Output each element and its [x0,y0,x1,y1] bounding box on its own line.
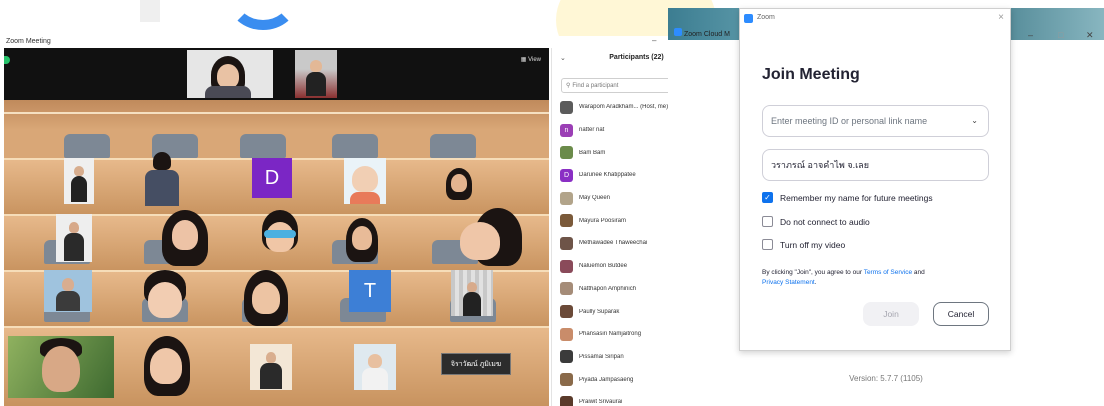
maximize-button[interactable]: □ [1058,30,1063,40]
participant-video[interactable] [236,268,296,326]
meeting-id-placeholder: Enter meeting ID or personal link name [771,116,928,126]
empty-seat [64,134,110,158]
security-shield-icon[interactable] [4,56,10,64]
avatar [560,191,573,205]
participant-name: Methawadee Thaweechai [579,240,648,247]
participant-name-tile[interactable]: จิราวัฒน์ ภูมิเมฆ [441,353,511,375]
participant-video[interactable] [154,208,216,266]
zoom-logo-icon [674,28,682,36]
join-meeting-dialog: Zoom × Join Meeting Enter meeting ID or … [739,8,1011,351]
speaker-strip: ▦ View [4,48,549,100]
participant-name: Mayura Poosiram [579,217,627,224]
avatar [560,259,573,273]
video-off-checkbox[interactable] [762,239,773,250]
avatar [560,305,573,319]
participant-avatar-letter[interactable]: T [349,270,391,312]
avatar: n [560,123,573,137]
participant-video[interactable] [250,344,292,390]
terms-notice: By clicking "Join", you agree to our Ter… [762,269,925,286]
no-audio-checkbox[interactable] [762,216,773,227]
version-text: Version: 5.7.7 (1105) [849,374,923,383]
chevron-down-icon[interactable]: ⌄ [971,116,978,125]
video-off-option[interactable]: Turn off my video [762,239,845,250]
terms-of-service-link[interactable]: Terms of Service [864,269,912,276]
avatar [560,373,573,387]
cloud-window-title: Zoom Cloud M [674,28,730,38]
avatar [560,236,573,250]
participant-video[interactable] [456,208,522,266]
meeting-id-input[interactable]: Enter meeting ID or personal link name ⌄ [762,105,989,137]
participant-name: May Queen [579,195,611,202]
view-button[interactable]: ▦ View [521,56,541,63]
participant-video[interactable] [8,336,114,398]
background-logo-arc [228,0,298,30]
participant-video[interactable] [139,152,183,206]
display-name-value: วราภรณ์ อาจคำไพ จ.เลย [771,160,869,170]
participant-video[interactable] [136,268,194,326]
participant-name: Piyada Jampasaeng [579,376,634,383]
dialog-close-button[interactable]: × [998,12,1004,23]
speaker-video-2[interactable] [295,50,337,98]
empty-seat [332,134,378,158]
search-placeholder: Find a participant [572,82,619,89]
avatar: D [560,168,573,182]
avatar [560,100,573,114]
avatar [560,282,573,296]
remember-name-checkbox[interactable]: ✓ [762,192,773,203]
no-audio-label: Do not connect to audio [780,216,870,227]
search-icon: ⚲ [566,83,571,89]
participant-video[interactable] [342,216,382,264]
participant-name: Darunee Khatippatee [579,172,636,179]
video-off-label: Turn off my video [780,239,846,250]
empty-seat [240,134,286,158]
join-button[interactable]: Join [863,302,919,326]
participant-video[interactable] [354,344,396,390]
participant-name: Bam Bam [579,149,606,156]
participant-video[interactable] [56,214,92,262]
dialog-app-name: Zoom [757,14,775,21]
participant-video[interactable] [134,334,200,398]
video-gallery: ▦ View D T จิราวัฒน์ ภูมิเมฆ [4,48,549,406]
participant-video[interactable] [252,208,308,264]
participant-video[interactable] [64,158,94,204]
participant-name: natter nat [579,127,605,134]
speaker-video-1[interactable] [187,50,273,98]
participant-name: Pissamai Siripan [579,353,624,360]
participant-video[interactable] [451,270,493,316]
minimize-button[interactable]: – [1028,30,1033,40]
background-band [140,0,160,22]
avatar [560,146,573,160]
close-button[interactable]: ✕ [1086,30,1094,41]
participant-name: Naluemon Butdee [579,263,628,270]
zoom-logo-icon [744,14,753,23]
participant-name: Warapom Aradkham... (Host, me) [579,104,669,111]
cancel-button[interactable]: Cancel [933,302,989,326]
grid-icon: ▦ [520,57,529,63]
participant-avatar-letter[interactable]: D [252,158,292,198]
participant-video[interactable] [44,270,92,312]
dialog-titlebar: Zoom × [740,9,1010,29]
privacy-statement-link[interactable]: Privacy Statement [762,279,815,286]
dialog-title: Join Meeting [762,66,860,83]
avatar [560,350,573,364]
remember-name-label: Remember my name for future meetings [780,192,933,203]
display-name-input[interactable]: วราภรณ์ อาจคำไพ จ.เลย [762,149,989,181]
participant-name: Praiwit Srivaurai [579,399,623,406]
minimize-button[interactable]: – [652,36,656,45]
avatar [560,327,573,341]
avatar [560,214,573,228]
remember-name-option[interactable]: ✓ Remember my name for future meetings [762,192,933,203]
meeting-window: Zoom Meeting – ⧉ ✕ ▦ View [2,36,720,406]
participant-video[interactable] [344,158,386,204]
participant-name: Paully Suparak [579,308,620,315]
participant-name: Phansasiri Namjaitrong [579,331,642,338]
meeting-window-title: Zoom Meeting [6,38,51,45]
participant-name: Natthapon Amphinich [579,285,637,292]
bleacher-wall [4,100,549,130]
empty-seat [430,134,476,158]
avatar [560,395,573,406]
no-audio-option[interactable]: Do not connect to audio [762,216,870,227]
participant-video[interactable] [440,164,478,204]
